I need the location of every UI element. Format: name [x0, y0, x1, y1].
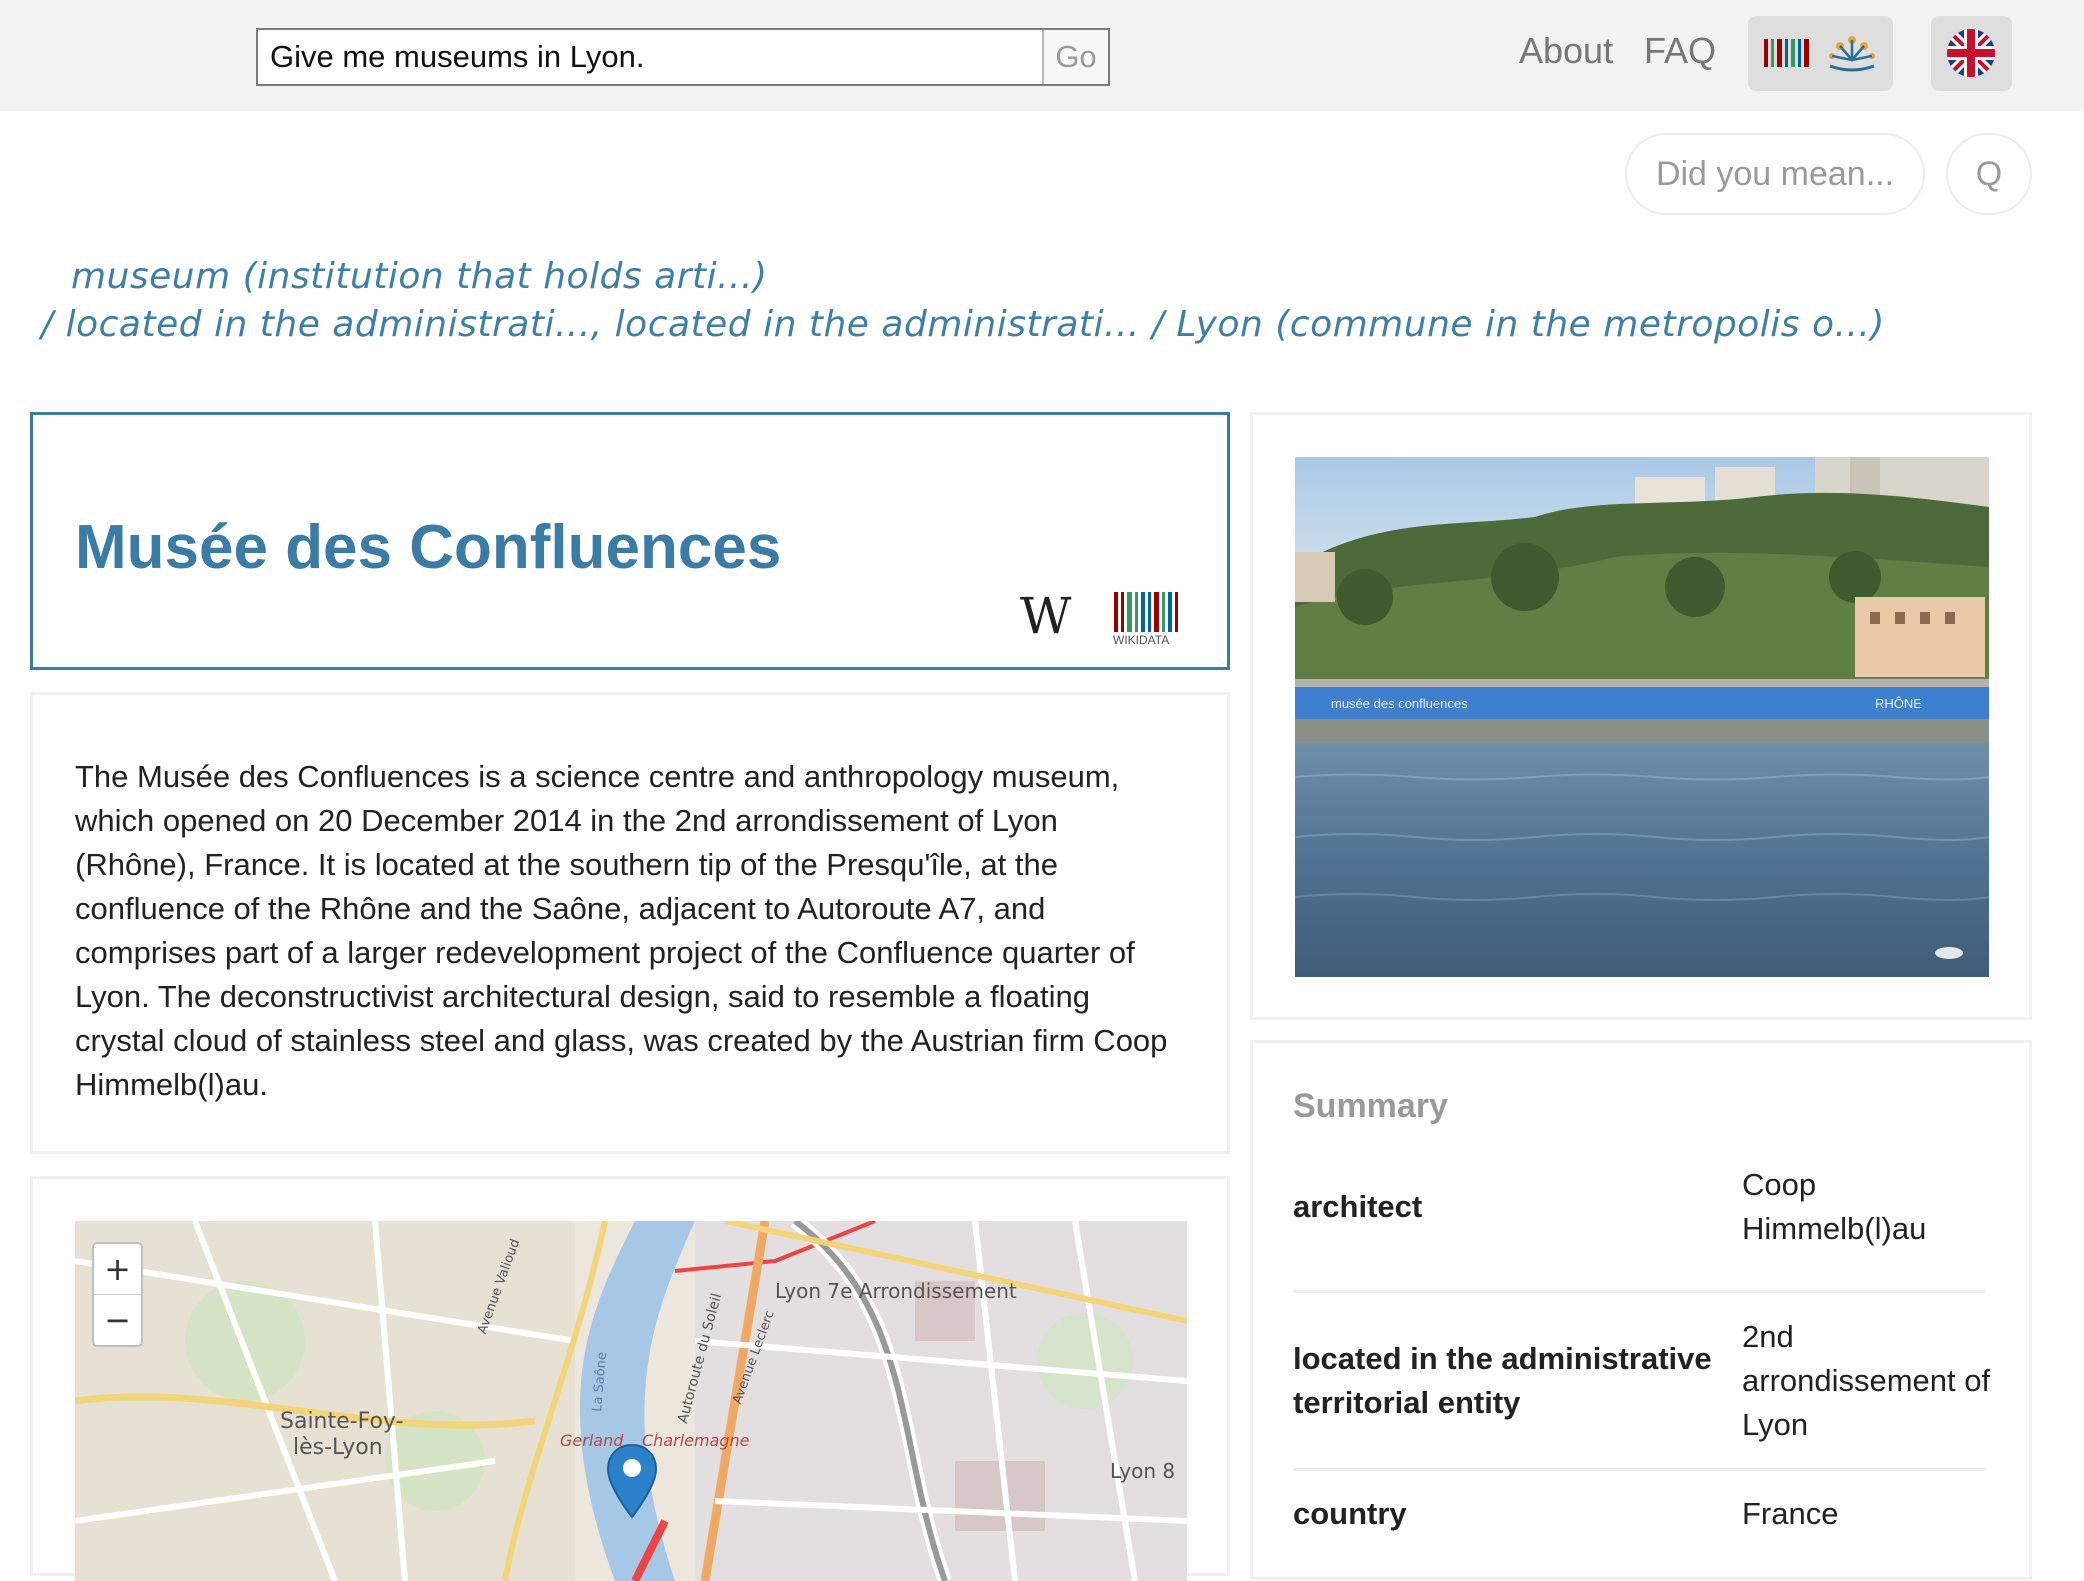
summary-divider — [1293, 1290, 1985, 1293]
map-marker-icon[interactable] — [605, 1443, 659, 1521]
summary-key-located-in: located in the administrative territoria… — [1293, 1341, 1712, 1420]
museum-photo[interactable]: musée des confluences RHÔNE — [1295, 457, 1989, 977]
summary-key-country: country — [1293, 1496, 1407, 1531]
wikidata-link-icon[interactable]: WIKIDATA — [1112, 590, 1182, 650]
zoom-in-button[interactable]: + — [94, 1244, 141, 1295]
search-box: Go — [256, 28, 1110, 86]
zoom-out-button[interactable]: − — [94, 1295, 141, 1345]
wikidata-kb-icon — [1764, 36, 1875, 72]
map-view[interactable]: Lyon 7e Arrondissement Sainte-Foy- lès-L… — [75, 1221, 1187, 1581]
wikidata-barcode-icon — [1114, 592, 1178, 632]
map-tiles — [75, 1221, 1187, 1581]
banner-text-rhone: RHÔNE — [1875, 696, 1922, 711]
about-link[interactable]: About — [1519, 30, 1613, 72]
top-navbar: Go About FAQ — [0, 0, 2084, 111]
map-label-lyon8: Lyon 8 — [1110, 1459, 1176, 1483]
summary-value-located-in[interactable]: 2nd arrondissement of Lyon — [1742, 1315, 2002, 1447]
summary-key-architect: architect — [1293, 1189, 1423, 1224]
uk-flag-icon — [1947, 29, 1995, 77]
summary-title: Summary — [1293, 1087, 1448, 1125]
wikidata-label: WIKIDATA — [1113, 633, 1170, 647]
map-zoom-control: + − — [92, 1242, 143, 1347]
faq-link[interactable]: FAQ — [1644, 30, 1716, 72]
map-panel: Lyon 7e Arrondissement Sainte-Foy- lès-L… — [30, 1176, 1230, 1581]
interpretation-concept[interactable]: museum (institution that holds arti...) — [71, 256, 768, 297]
summary-panel: Summary architect Coop Himmelb(l)au loca… — [1250, 1040, 2032, 1580]
wikipedia-icon[interactable]: W — [1020, 587, 1071, 645]
description-panel: The Musée des Confluences is a science c… — [30, 692, 1230, 1154]
image-panel: musée des confluences RHÔNE — [1250, 412, 2032, 1020]
summary-value-country[interactable]: France — [1742, 1492, 2002, 1536]
search-input[interactable] — [258, 30, 1044, 84]
map-label-suburb-line1: Sainte-Foy- — [280, 1409, 404, 1434]
language-button[interactable] — [1931, 16, 2012, 91]
q-button[interactable]: Q — [1946, 133, 2032, 215]
map-label-suburb-line2: lès-Lyon — [293, 1435, 383, 1460]
result-title-panel: Musée des Confluences W WIKIDATA — [30, 412, 1230, 670]
interpretation-constraints[interactable]: / located in the administrati..., locate… — [41, 304, 1885, 345]
summary-value-architect[interactable]: Coop Himmelb(l)au — [1742, 1163, 2002, 1251]
banner-text-museum: musée des confluences — [1331, 696, 1468, 711]
map-label-arrondissement: Lyon 7e Arrondissement — [775, 1279, 1017, 1303]
result-description: The Musée des Confluences is a science c… — [75, 759, 1168, 1102]
did-you-mean-button[interactable]: Did you mean... — [1625, 133, 1925, 215]
summary-divider — [1293, 1468, 1985, 1471]
result-title[interactable]: Musée des Confluences — [75, 512, 781, 583]
go-button[interactable]: Go — [1042, 30, 1108, 84]
knowledge-base-button[interactable] — [1748, 16, 1893, 91]
